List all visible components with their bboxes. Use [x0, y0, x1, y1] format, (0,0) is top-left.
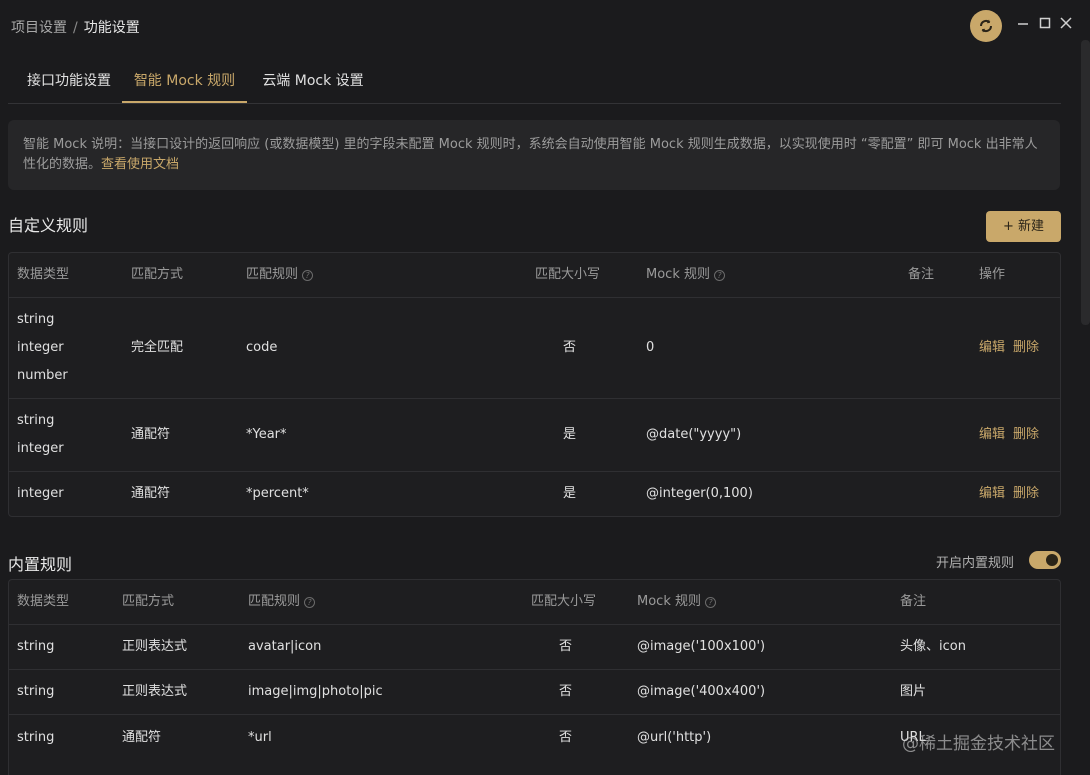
new-button-label: 新建: [1018, 219, 1045, 234]
data-type-cell: string integer: [17, 413, 64, 456]
breadcrumb: 项目设置 / 功能设置: [11, 17, 140, 37]
mock-rule-cell: @date("yyyy"): [646, 427, 742, 442]
custom-rules-title: 自定义规则: [8, 216, 89, 235]
header-cell: 数据类型: [17, 594, 70, 609]
custom-rules-table: 数据类型 匹配方式 匹配规则? 匹配大小写 Mock 规则? 备注 操作 str…: [8, 252, 1061, 517]
data-type-cell: string integer number: [17, 312, 68, 383]
table-row: string 正则表达式 avatar|icon 否 @image('100x1…: [9, 625, 1060, 670]
case-cell: 否: [559, 639, 573, 654]
maximize-icon: [1039, 17, 1051, 29]
match-method-cell: 通配符: [131, 486, 171, 501]
action-cell: 编辑 删除: [979, 298, 1039, 398]
header-cell: 匹配规则?: [246, 253, 314, 297]
mock-rule-cell: @image('400x400'): [637, 684, 766, 699]
header-cell: 匹配方式: [122, 594, 175, 609]
edit-button[interactable]: 编辑: [979, 421, 1005, 449]
delete-button[interactable]: 删除: [1013, 480, 1039, 508]
tab-smart-mock-rules[interactable]: 智能 Mock 规则: [122, 60, 247, 103]
tab-cloud-mock-settings[interactable]: 云端 Mock 设置: [262, 60, 364, 103]
data-type-cell: string: [17, 639, 55, 654]
case-cell: 否: [559, 684, 573, 699]
builtin-rules-toggle[interactable]: [1029, 551, 1061, 569]
header-cell: 匹配规则?: [248, 580, 316, 624]
header-cell: 匹配大小写: [531, 594, 597, 609]
title-bar: 项目设置 / 功能设置: [0, 0, 1090, 52]
edit-button[interactable]: 编辑: [979, 334, 1005, 362]
mock-rule-cell: 0: [646, 340, 655, 355]
header-cell: Mock 规则?: [637, 580, 716, 624]
action-cell: 编辑 删除: [979, 399, 1039, 471]
table-row: string integer number 完全匹配 code 否 0 编辑 删除: [9, 298, 1060, 399]
table-header: 数据类型 匹配方式 匹配规则? 匹配大小写 Mock 规则? 备注: [9, 580, 1060, 625]
match-rule-cell: image|img|photo|pic: [248, 684, 383, 699]
note-cell: 头像、icon: [900, 639, 966, 654]
toggle-knob: [1046, 554, 1058, 566]
case-cell: 是: [563, 486, 577, 501]
watermark: @稀土掘金技术社区: [902, 734, 1055, 754]
sync-icon: [979, 19, 993, 33]
header-cell: 备注: [900, 594, 927, 609]
action-cell: 编辑 删除: [979, 472, 1039, 516]
builtin-toggle-label: 开启内置规则: [936, 556, 1015, 571]
match-method-cell: 通配符: [122, 729, 162, 745]
tab-interface-settings[interactable]: 接口功能设置: [21, 60, 117, 103]
close-icon: [1060, 17, 1072, 29]
header-cell: 匹配方式: [131, 267, 184, 282]
breadcrumb-parent[interactable]: 项目设置: [11, 20, 67, 36]
mock-rule-cell: @url('http'): [637, 729, 712, 745]
data-type-cell: integer: [17, 486, 64, 501]
table-row: integer 通配符 *percent* 是 @integer(0,100) …: [9, 472, 1060, 516]
table-row: string 正则表达式 image|img|photo|pic 否 @imag…: [9, 670, 1060, 715]
tab-bar: 接口功能设置 智能 Mock 规则 云端 Mock 设置: [8, 60, 1061, 104]
help-icon[interactable]: ?: [304, 596, 316, 608]
breadcrumb-separator: /: [73, 20, 78, 36]
match-method-cell: 正则表达式: [122, 684, 188, 699]
match-rule-cell: *Year*: [246, 427, 287, 442]
note-cell: 图片: [900, 684, 927, 699]
data-type-cell: string: [17, 684, 55, 699]
header-cell: 操作: [979, 267, 1006, 282]
scrollbar[interactable]: [1081, 40, 1090, 325]
match-rule-cell: code: [246, 340, 278, 355]
builtin-rules-title: 内置规则: [8, 555, 73, 574]
header-cell: Mock 规则?: [646, 253, 725, 297]
edit-button[interactable]: 编辑: [979, 480, 1005, 508]
help-icon[interactable]: ?: [302, 269, 314, 281]
case-cell: 否: [559, 729, 573, 745]
case-cell: 否: [563, 340, 577, 355]
maximize-button[interactable]: [1038, 16, 1052, 30]
table-row: string integer 通配符 *Year* 是 @date("yyyy")…: [9, 399, 1060, 472]
match-method-cell: 通配符: [131, 427, 171, 442]
match-rule-cell: avatar|icon: [248, 639, 322, 654]
data-type-cell: string: [17, 729, 55, 745]
header-cell: 备注: [908, 267, 935, 282]
help-icon[interactable]: ?: [713, 269, 725, 281]
close-button[interactable]: [1059, 16, 1073, 30]
mock-rule-cell: @integer(0,100): [646, 486, 753, 501]
minimize-icon: [1018, 23, 1028, 25]
delete-button[interactable]: 删除: [1013, 421, 1039, 449]
new-rule-button[interactable]: + 新建: [986, 211, 1061, 242]
match-rule-cell: *url: [248, 729, 272, 745]
match-method-cell: 完全匹配: [131, 340, 184, 355]
sync-button[interactable]: [970, 10, 1002, 42]
minimize-button[interactable]: [1016, 16, 1030, 30]
help-icon[interactable]: ?: [704, 596, 716, 608]
header-cell: 数据类型: [17, 267, 70, 282]
header-cell: 匹配大小写: [535, 267, 601, 282]
docs-link[interactable]: 查看使用文档: [101, 157, 179, 172]
plus-icon: +: [1002, 219, 1018, 234]
case-cell: 是: [563, 427, 577, 442]
match-method-cell: 正则表达式: [122, 639, 188, 654]
breadcrumb-current: 功能设置: [83, 20, 140, 36]
mock-rule-cell: @image('100x100'): [637, 639, 766, 654]
delete-button[interactable]: 删除: [1013, 334, 1039, 362]
table-header: 数据类型 匹配方式 匹配规则? 匹配大小写 Mock 规则? 备注 操作: [9, 253, 1060, 298]
match-rule-cell: *percent*: [246, 486, 309, 501]
smart-mock-notice: 智能 Mock 说明：当接口设计的返回响应 (或数据模型) 里的字段未配置 Mo…: [8, 120, 1060, 190]
